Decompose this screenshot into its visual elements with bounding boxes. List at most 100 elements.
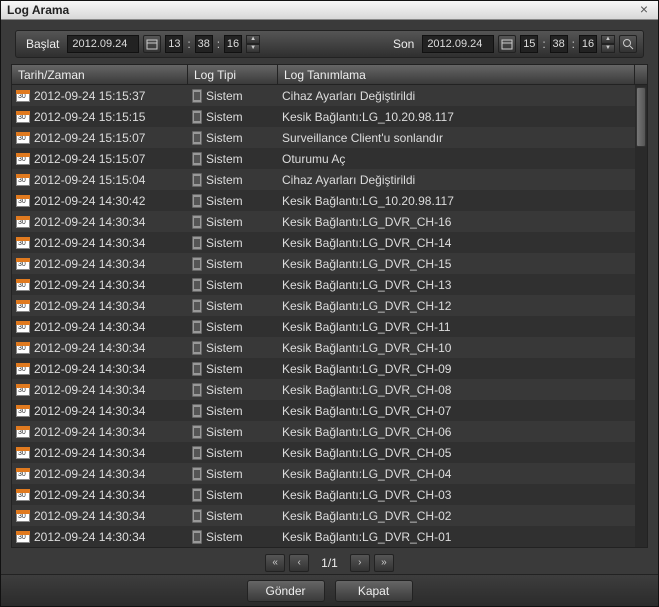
calendar-icon[interactable]: [143, 35, 161, 53]
cell-time: 2012-09-24 15:15:04: [34, 173, 145, 187]
table-row[interactable]: 2012-09-24 14:30:34SistemKesik Bağlantı:…: [12, 421, 647, 442]
last-page-icon[interactable]: »: [374, 554, 394, 572]
table-row[interactable]: 2012-09-24 14:30:34SistemKesik Bağlantı:…: [12, 358, 647, 379]
first-page-icon[interactable]: «: [265, 554, 285, 572]
search-icon[interactable]: [619, 35, 637, 53]
cell-type: Sistem: [206, 341, 243, 355]
start-min[interactable]: 38: [195, 35, 213, 53]
table-row[interactable]: 2012-09-24 15:15:07SistemSurveillance Cl…: [12, 127, 647, 148]
cell-time: 2012-09-24 14:30:34: [34, 467, 145, 481]
cell-type: Sistem: [206, 215, 243, 229]
table-row[interactable]: 2012-09-24 14:30:34SistemKesik Bağlantı:…: [12, 505, 647, 526]
table-row[interactable]: 2012-09-24 14:30:34 Sistem Kesik Bağlantı:…: [12, 463, 647, 484]
device-icon: [192, 194, 202, 208]
cell-desc: Cihaz Ayarları Değiştirildi: [278, 89, 635, 103]
cell-desc: Kesik Bağlantı:LG_10.20.98.117: [278, 110, 635, 124]
cell-type: Sistem: [206, 236, 243, 250]
start-label: Başlat: [26, 37, 59, 51]
cell-time: 2012-09-24 14:30:34: [34, 362, 145, 376]
start-time-spinner[interactable]: ▲▼: [246, 35, 260, 53]
date-icon: [16, 90, 30, 102]
search-bar: Başlat 13 : 38 : 16 ▲▼ Son 15 : 38 : 16 …: [15, 30, 644, 58]
cell-time: 2012-09-24 14:30:34: [34, 446, 145, 460]
content: Başlat 13 : 38 : 16 ▲▼ Son 15 : 38 : 16 …: [1, 20, 658, 574]
cell-type: Sistem: [206, 530, 243, 544]
calendar-icon[interactable]: [498, 35, 516, 53]
cell-time: 2012-09-24 14:30:34: [34, 320, 145, 334]
cell-desc: Kesik Bağlantı:LG_DVR_CH-06: [278, 425, 635, 439]
col-desc[interactable]: Log Tanımlama: [278, 65, 635, 84]
cell-type: Sistem: [206, 404, 243, 418]
start-hour[interactable]: 13: [165, 35, 183, 53]
prev-page-icon[interactable]: ‹: [289, 554, 309, 572]
table-row[interactable]: 2012-09-24 14:30:34SistemKesik Bağlantı:…: [12, 253, 647, 274]
cell-type: Sistem: [206, 110, 243, 124]
end-hour[interactable]: 15: [520, 35, 538, 53]
cell-time: 2012-09-24 14:30:34: [34, 530, 145, 544]
date-icon: [16, 237, 30, 249]
cell-desc: Kesik Bağlantı:LG_10.20.98.117: [278, 194, 635, 208]
date-icon: [16, 258, 30, 270]
date-icon: [16, 216, 30, 228]
device-icon: [192, 467, 202, 481]
cell-type: Sistem: [206, 152, 243, 166]
date-icon: [16, 510, 30, 522]
device-icon: [192, 173, 202, 187]
cell-type: Sistem: [206, 383, 243, 397]
date-icon: [16, 426, 30, 438]
table-row[interactable]: 2012-09-24 14:30:34SistemKesik Bağlantı:…: [12, 232, 647, 253]
table-row[interactable]: 2012-09-24 14:30:34SistemKesik Bağlantı:…: [12, 316, 647, 337]
table-row[interactable]: 2012-09-24 15:15:37SistemCihaz Ayarları …: [12, 85, 647, 106]
date-icon: [16, 342, 30, 354]
device-icon: [192, 383, 202, 397]
table-row[interactable]: 2012-09-24 14:30:34SistemKesik Bağlantı:…: [12, 295, 647, 316]
date-icon: [16, 300, 30, 312]
table-row[interactable]: 2012-09-24 14:30:34SistemKesik Bağlantı:…: [12, 379, 647, 400]
date-icon: [16, 153, 30, 165]
cell-desc: Kesik Bağlantı:LG_DVR_CH-04: [278, 467, 635, 481]
device-icon: [192, 215, 202, 229]
date-icon: [16, 132, 30, 144]
table-row[interactable]: 2012-09-24 15:15:04SistemCihaz Ayarları …: [12, 169, 647, 190]
table-row[interactable]: 2012-09-24 14:30:34SistemKesik Bağlantı:…: [12, 274, 647, 295]
col-type[interactable]: Log Tipi: [188, 65, 278, 84]
cell-type: Sistem: [206, 467, 243, 481]
table-row[interactable]: 2012-09-24 14:30:34SistemKesik Bağlantı:…: [12, 442, 647, 463]
table-row[interactable]: 2012-09-24 14:30:34SistemKesik Bağlantı:…: [12, 484, 647, 505]
close-icon[interactable]: ×: [636, 2, 652, 18]
date-icon: [16, 489, 30, 501]
table-row[interactable]: 2012-09-24 15:15:15SistemKesik Bağlantı:…: [12, 106, 647, 127]
cell-time: 2012-09-24 15:15:07: [34, 131, 145, 145]
cell-time: 2012-09-24 14:30:34: [34, 236, 145, 250]
end-sec[interactable]: 16: [579, 35, 597, 53]
window-title: Log Arama: [7, 3, 636, 17]
scrollbar[interactable]: [635, 85, 647, 547]
device-icon: [192, 446, 202, 460]
submit-button[interactable]: Gönder: [247, 580, 325, 602]
cell-desc: Kesik Bağlantı:LG_DVR_CH-15: [278, 257, 635, 271]
col-time[interactable]: Tarih/Zaman: [12, 65, 188, 84]
table-row[interactable]: 2012-09-24 14:30:42SistemKesik Bağlantı:…: [12, 190, 647, 211]
table-row[interactable]: 2012-09-24 14:30:34SistemKesik Bağlantı:…: [12, 400, 647, 421]
end-time-spinner[interactable]: ▲▼: [601, 35, 615, 53]
start-date-input[interactable]: [67, 35, 139, 53]
cell-type: Sistem: [206, 194, 243, 208]
cell-desc: Kesik Bağlantı:LG_DVR_CH-11: [278, 320, 635, 334]
scrollbar-thumb[interactable]: [636, 87, 646, 147]
cell-desc: Kesik Bağlantı:LG_DVR_CH-16: [278, 215, 635, 229]
end-date-input[interactable]: [422, 35, 494, 53]
device-icon: [192, 89, 202, 103]
cell-type: Sistem: [206, 509, 243, 523]
next-page-icon[interactable]: ›: [350, 554, 370, 572]
table-row[interactable]: 2012-09-24 14:30:34SistemKesik Bağlantı:…: [12, 526, 647, 547]
table-row[interactable]: 2012-09-24 14:30:34SistemKesik Bağlantı:…: [12, 211, 647, 232]
end-min[interactable]: 38: [550, 35, 568, 53]
table-row[interactable]: 2012-09-24 14:30:34SistemKesik Bağlantı:…: [12, 337, 647, 358]
cell-desc: Kesik Bağlantı:LG_DVR_CH-05: [278, 446, 635, 460]
date-icon: [16, 384, 30, 396]
start-sec[interactable]: 16: [224, 35, 242, 53]
device-icon: [192, 152, 202, 166]
cell-desc: Kesik Bağlantı:LG_DVR_CH-03: [278, 488, 635, 502]
close-button[interactable]: Kapat: [335, 580, 413, 602]
table-row[interactable]: 2012-09-24 15:15:07SistemOturumu Aç: [12, 148, 647, 169]
